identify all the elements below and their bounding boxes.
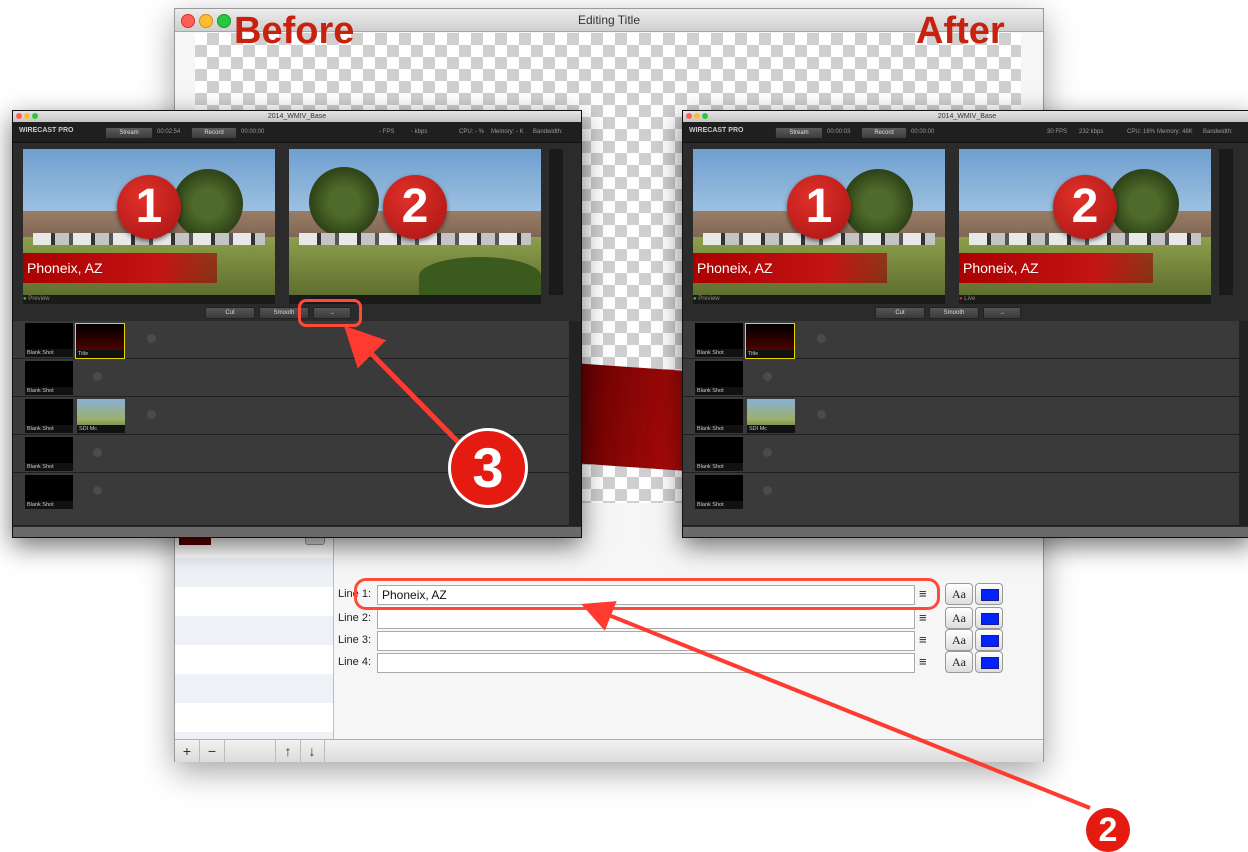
arrow-to-line-1 xyxy=(581,601,1091,810)
step-2-badge: 2 xyxy=(1086,808,1130,852)
annotation-arrows xyxy=(343,325,1091,810)
step-3-badge: 3 xyxy=(448,428,528,508)
arrow-to-go-button xyxy=(343,325,464,448)
